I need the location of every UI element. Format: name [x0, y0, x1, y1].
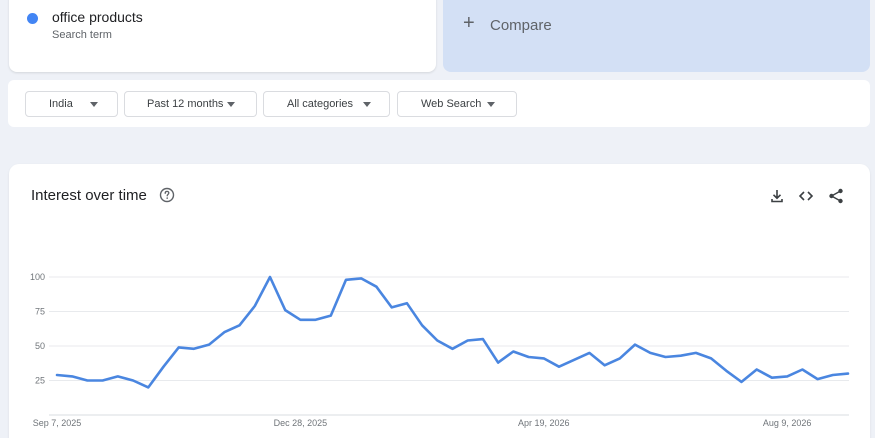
series-color-dot: [27, 13, 38, 24]
search-term-card[interactable]: office products Search term: [9, 0, 436, 72]
search-term-name[interactable]: office products: [52, 9, 143, 25]
search-type-filter-label: Web Search: [421, 98, 482, 110]
y-tick-label: 100: [30, 272, 45, 282]
series-line: [55, 275, 850, 389]
interest-line-chart: 25 50 75 100 Sep 7, 2025 Dec 28, 2025 Apr 19, …: [30, 272, 850, 428]
chevron-down-icon: [227, 102, 235, 107]
x-tick-label: Dec 28, 2025: [274, 418, 328, 428]
category-filter[interactable]: All categories: [263, 91, 390, 117]
time-range-filter[interactable]: Past 12 months: [124, 91, 257, 117]
y-tick-label: 75: [35, 307, 45, 317]
x-tick-label: Sep 7, 2025: [33, 418, 82, 428]
compare-button[interactable]: + Compare: [443, 0, 870, 72]
chevron-down-icon: [487, 102, 495, 107]
region-filter-label: India: [49, 98, 73, 110]
time-range-filter-label: Past 12 months: [147, 98, 224, 110]
region-filter[interactable]: India: [25, 91, 118, 117]
y-tick-label: 25: [35, 376, 45, 386]
y-tick-label: 50: [35, 341, 45, 351]
interest-over-time-card: Interest over time 25 50 75 100 Sep 7, 2025 D…: [9, 164, 870, 438]
chevron-down-icon: [90, 102, 98, 107]
search-type-filter[interactable]: Web Search: [397, 91, 517, 117]
compare-label: Compare: [490, 17, 552, 34]
chevron-down-icon: [363, 102, 371, 107]
filter-bar: India Past 12 months All categories Web …: [8, 80, 870, 127]
category-filter-label: All categories: [287, 98, 354, 110]
x-tick-label: Apr 19, 2026: [518, 418, 570, 428]
plus-icon: +: [463, 12, 475, 34]
x-tick-label: Aug 9, 2026: [763, 418, 812, 428]
search-term-subtitle: Search term: [52, 29, 112, 41]
